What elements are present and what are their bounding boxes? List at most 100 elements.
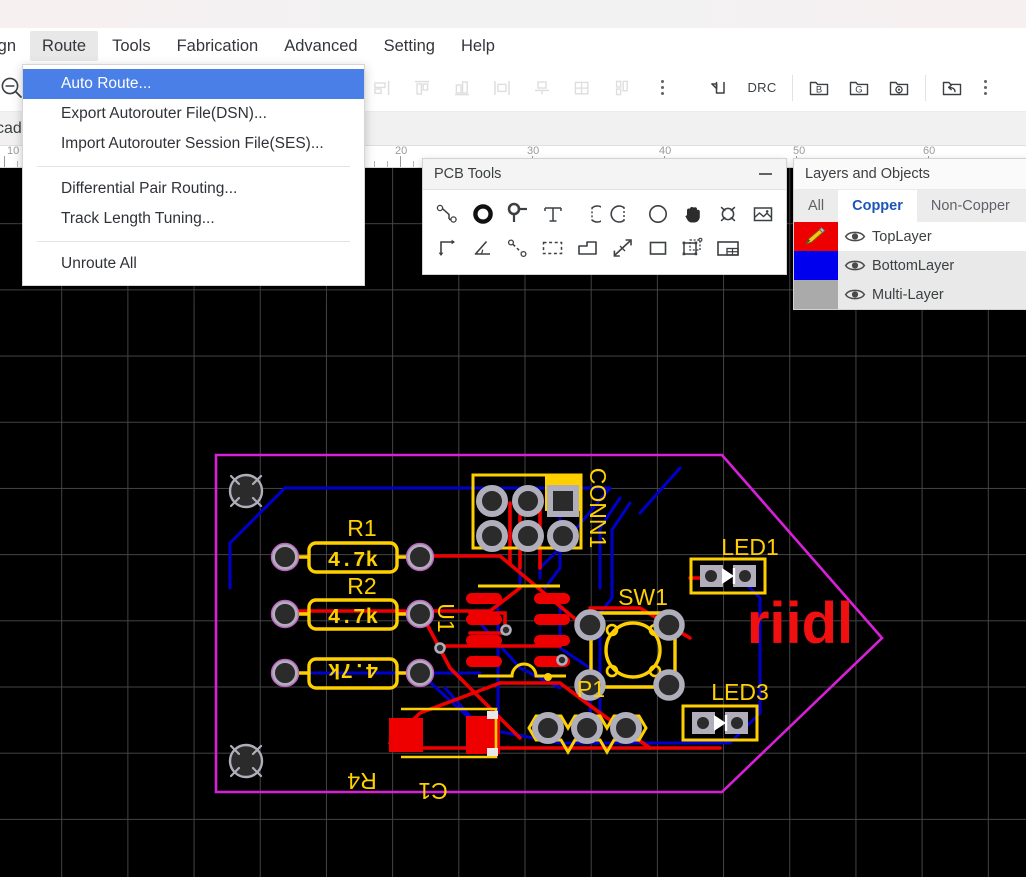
layer-row-toplayer[interactable]: TopLayer <box>794 222 1026 251</box>
drc-label: DRC <box>747 80 777 95</box>
drc-button[interactable]: DRC <box>738 68 786 108</box>
pencil-icon <box>805 227 826 245</box>
ruler-tick <box>4 156 5 167</box>
pcb-tools-panel: PCB Tools <box>422 158 787 275</box>
component-u1[interactable]: U1 <box>433 584 570 681</box>
folder-g-icon[interactable]: G <box>839 68 879 108</box>
minimize-icon[interactable] <box>754 165 776 183</box>
route-corner-icon[interactable] <box>698 68 738 108</box>
group-icon[interactable] <box>676 232 710 264</box>
pcb-tools-title-bar[interactable]: PCB Tools <box>423 159 786 190</box>
arc-end-icon[interactable] <box>606 198 640 230</box>
svg-text:R1: R1 <box>347 515 376 541</box>
svg-text:C1: C1 <box>418 778 447 804</box>
menu-item-differential-pair-routing[interactable]: Differential Pair Routing... <box>23 174 364 204</box>
svg-text:B: B <box>816 84 822 95</box>
menu-item-design[interactable]: ign <box>0 31 28 61</box>
polyline-icon[interactable] <box>501 232 535 264</box>
layer-name-bottomlayer: BottomLayer <box>872 257 955 274</box>
align-top-icon[interactable] <box>402 68 442 108</box>
via-icon[interactable] <box>466 198 500 230</box>
component-led3[interactable]: LED3 <box>681 679 769 742</box>
ruler-tick <box>373 161 375 167</box>
select-region-icon[interactable] <box>536 232 570 264</box>
menu-item-track-length-tuning[interactable]: Track Length Tuning... <box>23 204 364 234</box>
image-icon[interactable] <box>746 198 780 230</box>
layer-color-swatch[interactable] <box>794 280 838 309</box>
title-bar-surface <box>0 0 1026 28</box>
ruler-tick <box>17 161 19 167</box>
svg-text:4.7k: 4.7k <box>328 607 378 630</box>
ruler-label: 30 <box>527 146 540 157</box>
component-conn1[interactable]: CONN1 <box>471 468 611 552</box>
align-bottom-icon[interactable] <box>442 68 482 108</box>
rectangle-icon[interactable] <box>641 232 675 264</box>
eye-icon[interactable] <box>838 287 872 302</box>
folder-target-icon[interactable] <box>879 68 919 108</box>
layers-panel-title: Layers and Objects <box>794 159 1026 190</box>
menu-item-auto-route[interactable]: Auto Route... <box>23 69 364 99</box>
folder-undo-icon[interactable] <box>932 68 972 108</box>
distribute-spacing-icon[interactable] <box>602 68 642 108</box>
distribute-grid-icon[interactable] <box>562 68 602 108</box>
menu-item-setting[interactable]: Setting <box>372 31 447 61</box>
measure-icon[interactable] <box>606 232 640 264</box>
menu-item-import-ses[interactable]: Import Autorouter Session File(SES)... <box>23 129 364 159</box>
tab-all[interactable]: All <box>794 190 838 222</box>
circle-icon[interactable] <box>641 198 675 230</box>
ruler-tick <box>386 161 388 167</box>
mounting-hole-bottom-left <box>228 743 264 779</box>
svg-text:CONN1: CONN1 <box>585 468 611 549</box>
pad-icon[interactable] <box>501 198 535 230</box>
component-c1[interactable]: C1 <box>389 707 500 804</box>
component-r2[interactable]: R2 4.7k <box>270 573 435 631</box>
eye-icon[interactable] <box>838 258 872 273</box>
menu-item-tools[interactable]: Tools <box>100 31 163 61</box>
ruler-label: 10 <box>7 146 20 157</box>
svg-text:P1: P1 <box>577 676 605 702</box>
tab-non-copper[interactable]: Non-Copper <box>917 190 1024 222</box>
align-left-icon[interactable] <box>362 68 402 108</box>
text-icon[interactable] <box>536 198 570 230</box>
svg-text:4.7k: 4.7k <box>328 657 378 680</box>
svg-text:U1: U1 <box>433 603 459 632</box>
copper-area-icon[interactable] <box>571 232 605 264</box>
toolbar-divider-1 <box>792 74 793 101</box>
eye-icon[interactable] <box>838 229 872 244</box>
dimension-icon[interactable] <box>431 232 465 264</box>
component-r1[interactable]: R1 4.7k <box>270 515 435 574</box>
hole-icon[interactable] <box>711 198 745 230</box>
layer-color-swatch[interactable] <box>794 222 838 251</box>
menu-item-help[interactable]: Help <box>449 31 507 61</box>
toolbar-divider-2 <box>925 74 926 101</box>
toolbar-overflow-icon[interactable] <box>972 68 998 108</box>
menu-item-advanced[interactable]: Advanced <box>272 31 369 61</box>
svg-text:R2: R2 <box>347 573 376 599</box>
svg-text:G: G <box>855 84 862 95</box>
layer-row-bottomlayer[interactable]: BottomLayer <box>794 251 1026 280</box>
layer-tab-list: All Copper Non-Copper <box>794 190 1026 222</box>
layer-row-multilayer[interactable]: Multi-Layer <box>794 280 1026 309</box>
toolbar-more-icon[interactable] <box>642 68 682 108</box>
component-led1[interactable]: LED1 <box>689 534 779 595</box>
app-name-fragment: cad <box>0 119 22 137</box>
menu-separator-2 <box>37 241 350 242</box>
menu-separator-1 <box>37 166 350 167</box>
align-center-vertical-icon[interactable] <box>522 68 562 108</box>
folder-b-icon[interactable]: B <box>799 68 839 108</box>
tab-copper[interactable]: Copper <box>838 190 917 222</box>
menu-item-route[interactable]: Route <box>30 31 99 61</box>
menu-item-fabrication[interactable]: Fabrication <box>165 31 271 61</box>
layer-color-swatch[interactable] <box>794 251 838 280</box>
panel-layout-icon[interactable] <box>711 232 745 264</box>
angle-icon[interactable] <box>466 232 500 264</box>
track-route-icon[interactable] <box>431 198 465 230</box>
arc-start-icon[interactable] <box>571 198 605 230</box>
ruler-label: 20 <box>395 146 408 157</box>
hand-pan-icon[interactable] <box>676 198 710 230</box>
align-center-horizontal-icon[interactable] <box>482 68 522 108</box>
mounting-hole-top-left <box>228 473 264 509</box>
menu-item-export-dsn[interactable]: Export Autorouter File(DSN)... <box>23 99 364 129</box>
menu-item-unroute-all[interactable]: Unroute All <box>23 249 364 279</box>
ruler-label: 40 <box>659 146 672 157</box>
